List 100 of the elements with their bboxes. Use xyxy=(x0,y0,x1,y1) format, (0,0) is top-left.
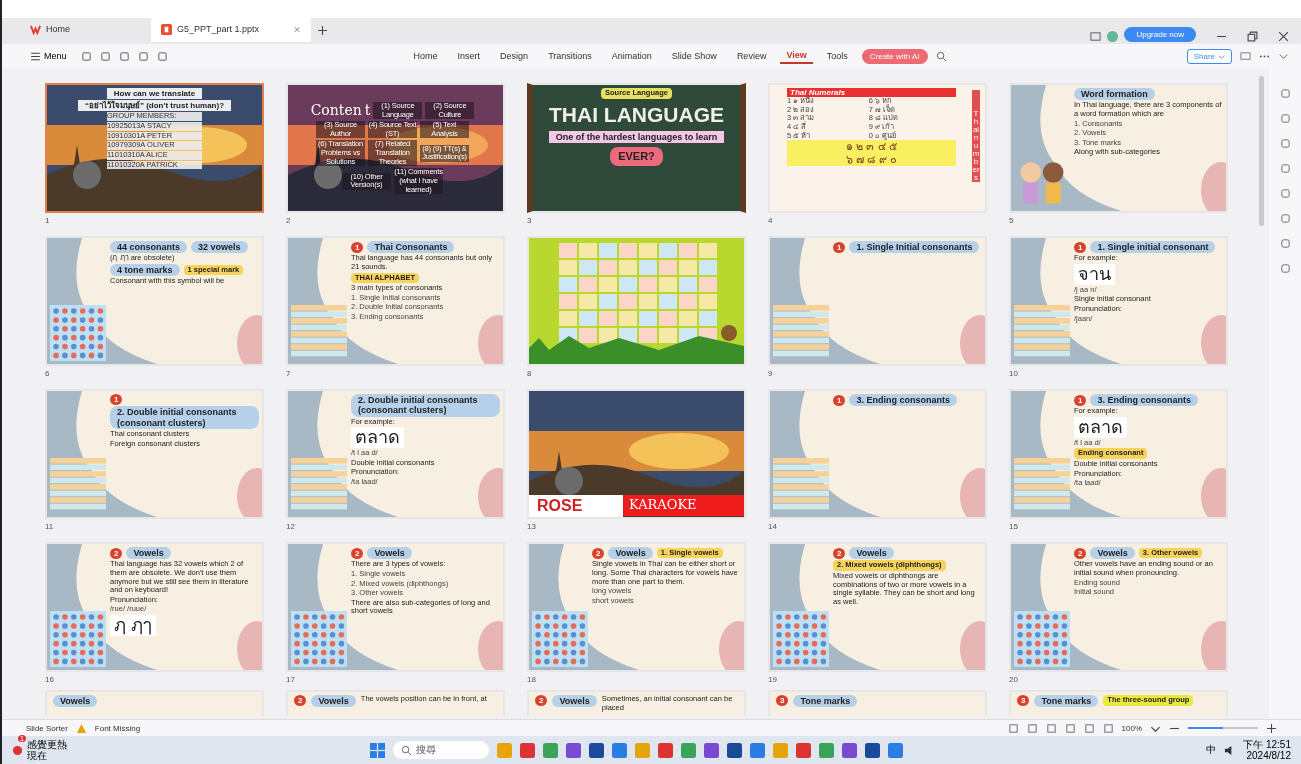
ribbon-tab[interactable]: Review xyxy=(730,49,773,63)
taskbar-search-field[interactable]: 搜尋 xyxy=(393,741,490,759)
view-icon[interactable] xyxy=(1045,722,1057,734)
slide-thumbnail[interactable]: Vowels xyxy=(45,690,264,716)
slide-text: Tone marks xyxy=(793,695,858,708)
slide-text: KARAOKE xyxy=(623,495,744,517)
weather-icon[interactable] xyxy=(12,744,23,756)
app-icon[interactable] xyxy=(589,742,605,758)
toolbar-icon[interactable] xyxy=(156,50,168,62)
ribbon-tab[interactable]: View xyxy=(780,48,813,64)
vowel-chart-drawing xyxy=(50,305,106,361)
view-label: Slide Sorter xyxy=(26,723,68,733)
app-icon[interactable] xyxy=(658,742,674,758)
slide-text: EVER? xyxy=(610,147,663,166)
slide-thumbnail[interactable]: ROSE KARAOKE xyxy=(527,389,746,519)
slide-text: 3. Ending consonants xyxy=(849,394,957,407)
slide-text: 3 xyxy=(776,695,789,707)
sidebar-icon[interactable] xyxy=(1279,113,1291,124)
slide-number: 14 xyxy=(768,522,778,531)
zoom-in-icon[interactable] xyxy=(1266,722,1277,734)
sidebar-icon[interactable] xyxy=(1279,138,1291,149)
zoom-level[interactable]: 100% xyxy=(1121,723,1142,733)
slide-thumbnail[interactable]: 1 1. Single Initial consonants xyxy=(768,236,987,366)
app-icon[interactable] xyxy=(842,742,858,758)
slide-text: Word formation xyxy=(1074,88,1155,101)
toolbar-icon[interactable] xyxy=(118,50,130,62)
app-icon[interactable] xyxy=(520,742,536,758)
app-icon[interactable] xyxy=(612,742,628,758)
slide-number: 16 xyxy=(45,675,55,684)
search-icon[interactable] xyxy=(935,50,947,62)
window-layout-icon[interactable] xyxy=(1090,31,1102,42)
warning-icon xyxy=(75,722,87,734)
avatar-icon[interactable] xyxy=(1107,31,1119,42)
slide-text: 3 xyxy=(1017,695,1030,707)
app-icon[interactable] xyxy=(796,742,812,758)
sidebar-icon[interactable] xyxy=(1279,238,1291,249)
slide-text: ROSE xyxy=(529,494,623,517)
share-button[interactable]: Share xyxy=(1186,48,1232,64)
app-icon[interactable] xyxy=(704,742,720,758)
scrollbar-thumb[interactable] xyxy=(1259,76,1264,226)
document-tab[interactable]: G5_PPT_part 1.pptx xyxy=(151,16,311,42)
view-icon[interactable] xyxy=(1007,722,1019,734)
ribbon-tab[interactable]: Tools xyxy=(820,49,854,63)
new-tab-icon[interactable] xyxy=(317,24,328,36)
slide-text: จาน xyxy=(1074,263,1115,285)
app-icon[interactable] xyxy=(888,742,904,758)
app-icon[interactable] xyxy=(566,742,582,758)
toolbar-icon[interactable] xyxy=(137,50,149,62)
slide-thumbnail[interactable]: 3 Tone marks xyxy=(768,690,987,716)
app-icon[interactable] xyxy=(750,742,766,758)
view-icon[interactable] xyxy=(1083,722,1095,734)
slide-thumbnail[interactable]: 1 3. Ending consonants xyxy=(768,389,987,519)
sidebar-icon[interactable] xyxy=(1279,163,1291,174)
comment-icon[interactable] xyxy=(1240,50,1251,62)
windows-start-icon[interactable] xyxy=(370,742,386,758)
sidebar-icon[interactable] xyxy=(1279,213,1291,224)
slide-text: Vowels xyxy=(1090,547,1135,560)
slide-text: THAI LANGUAGE xyxy=(548,102,725,127)
vowel-chart-drawing xyxy=(291,611,347,667)
slide-text: 2 xyxy=(351,547,364,559)
slide-text: ตลาด xyxy=(351,427,404,448)
slide-text: Thai Consonants xyxy=(367,241,455,254)
slide-text: 1 xyxy=(1074,394,1087,406)
ribbon-tab[interactable]: Transitions xyxy=(542,49,598,63)
view-icon[interactable] xyxy=(1064,722,1076,734)
toolbar-icon[interactable] xyxy=(99,50,111,62)
slide-number: 10 xyxy=(1009,369,1019,378)
font-missing-link[interactable]: Font Missing xyxy=(94,723,141,733)
sidebar-icon[interactable] xyxy=(1279,188,1291,199)
slide-text: t xyxy=(364,102,371,119)
ribbon-tab[interactable]: Home xyxy=(407,49,444,63)
ribbon-tab[interactable]: Slide Show xyxy=(665,49,723,63)
view-icon[interactable] xyxy=(1102,722,1114,734)
ribbon-tab[interactable]: Design xyxy=(494,49,535,63)
slide-number: 5 xyxy=(1009,216,1015,225)
close-icon[interactable] xyxy=(1278,31,1289,42)
slide-number: 4 xyxy=(768,216,774,225)
slide-text: 1. Single Initial consonants xyxy=(849,241,980,254)
clock-date[interactable]: 2024/8/12 xyxy=(1246,750,1291,762)
slide-text: Vowels xyxy=(849,547,894,560)
slide-number: 9 xyxy=(768,369,774,378)
ribbon-tab[interactable]: Animation xyxy=(605,49,658,63)
slide-number: 7 xyxy=(286,369,292,378)
app-icon[interactable] xyxy=(865,742,881,758)
toolbar-icon[interactable] xyxy=(80,50,92,62)
sidebar-icon[interactable] xyxy=(1279,263,1291,274)
document-tab[interactable]: Home xyxy=(20,16,145,42)
view-icon[interactable] xyxy=(1026,722,1038,734)
menu-button[interactable]: Menu xyxy=(30,50,67,62)
slide-text: 2 xyxy=(1074,547,1087,559)
sidebar-icon[interactable] xyxy=(1279,88,1291,99)
app-icon[interactable] xyxy=(727,742,743,758)
slide-text: 1 xyxy=(833,394,846,406)
search-icon xyxy=(401,744,413,756)
slide-number: 13 xyxy=(527,522,537,531)
slide-number: 11 xyxy=(45,522,55,531)
ribbon-tab[interactable]: Insert xyxy=(451,49,487,63)
clock-time[interactable]: 下午 12:51 xyxy=(1243,738,1291,750)
restore-icon[interactable] xyxy=(1247,31,1258,42)
ime-indicator[interactable]: 中 xyxy=(1206,743,1217,757)
